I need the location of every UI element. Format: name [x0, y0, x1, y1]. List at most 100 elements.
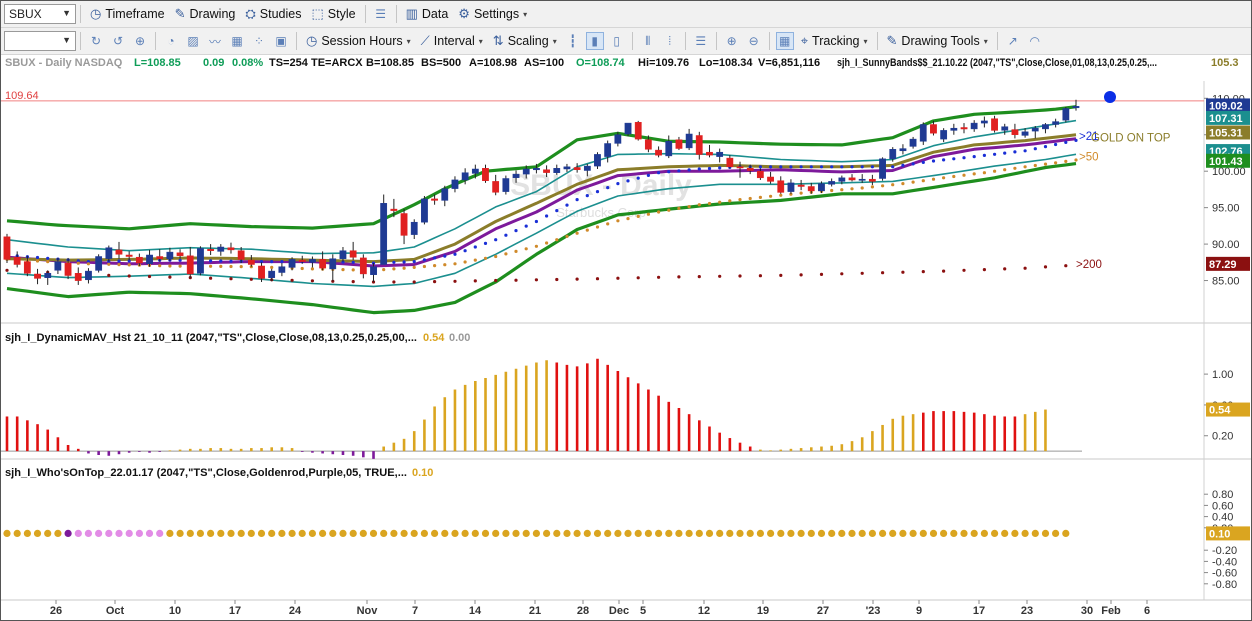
scatter-icon[interactable]: ⁘	[250, 32, 268, 50]
whos-on-top-dot	[736, 529, 744, 537]
trend-chart-icon[interactable]: ↗	[1004, 32, 1022, 50]
indicator-dot-7	[870, 185, 875, 189]
indicator-dot-6	[718, 166, 722, 170]
indicator-dot-7	[35, 259, 40, 263]
candle-body	[319, 259, 327, 269]
indicator-dot-7	[931, 177, 936, 181]
indicator-dot-8	[657, 275, 661, 279]
indicator-dot-8	[738, 274, 742, 278]
candle-body	[197, 248, 204, 274]
candle-body	[512, 173, 520, 178]
zoom-in-icon[interactable]: ⊕	[723, 32, 741, 50]
chevron-down-icon[interactable]: ▾	[523, 10, 527, 19]
hollow-candle-icon[interactable]: ▯	[608, 32, 626, 50]
y-tick-label: 1.00	[1212, 369, 1233, 381]
indicator-dot-8	[677, 275, 681, 279]
session-hours-button[interactable]: ◷ Session Hours ▾	[301, 30, 416, 52]
x-tick-label: 27	[817, 605, 829, 617]
wot-value: 0.10	[412, 467, 433, 479]
chevron-down-icon[interactable]: ▾	[479, 37, 483, 46]
style-button[interactable]: ⬚ Style	[306, 3, 360, 25]
secondary-input[interactable]: ▼	[4, 31, 76, 51]
chevron-down-icon[interactable]: ▾	[864, 37, 868, 46]
candle-body	[359, 257, 367, 275]
bars-wide-icon[interactable]: ⦙	[661, 32, 679, 50]
reference-line-label: 109.64	[5, 90, 39, 102]
picture-icon[interactable]: ▨	[184, 32, 202, 50]
studies-button[interactable]: ⛭ Studies	[240, 3, 306, 25]
settings-button[interactable]: ⚙ Settings ▾	[453, 3, 532, 25]
candle-body	[522, 168, 530, 175]
symbol-description: SBUX - Daily NASDAQ	[5, 57, 123, 69]
bars-narrow-icon[interactable]: ⦀	[639, 32, 657, 50]
whos-on-top-dot	[176, 529, 184, 537]
whos-on-top-dot	[217, 529, 225, 537]
candle-body	[1001, 126, 1009, 131]
gauge-icon[interactable]: ◔	[162, 32, 180, 50]
indicator-dot-7	[514, 249, 518, 253]
indicator-dot-8	[697, 275, 701, 279]
zoom-in-icon[interactable]: ⊕	[131, 32, 149, 50]
candle-style-icon[interactable]: ▮	[585, 32, 604, 50]
indicator-dot-8	[799, 273, 803, 277]
whos-on-top-dot	[787, 529, 795, 537]
refresh-icon[interactable]: ↻	[87, 32, 105, 50]
indicator-dot-8	[942, 269, 946, 273]
speedometer-icon[interactable]: ◠	[1026, 32, 1044, 50]
zoom-out-icon[interactable]: ⊖	[745, 32, 763, 50]
grid-icon[interactable]: ▦	[775, 32, 794, 50]
whos-on-top-dot	[940, 529, 948, 537]
whos-on-top-dot	[512, 529, 520, 537]
chevron-down-icon[interactable]: ▼	[62, 35, 71, 45]
interval-icon: ⟋	[420, 33, 430, 48]
x-tick-label: 12	[698, 605, 710, 617]
toolbar-divider	[296, 32, 297, 50]
indicator-dot-7	[799, 191, 803, 195]
chevron-down-icon[interactable]: ▾	[984, 37, 988, 46]
indicator-dot-7	[1043, 162, 1048, 166]
chevron-down-icon[interactable]: ▾	[407, 37, 411, 46]
indicator-dot-6	[46, 256, 50, 260]
drawing-button[interactable]: ✎ Drawing	[170, 3, 241, 25]
line-chart-icon[interactable]: 〰	[206, 32, 224, 50]
whos-on-top-dot	[848, 529, 856, 537]
table-icon[interactable]: ▦	[228, 32, 246, 50]
whos-on-top-dot	[695, 529, 703, 537]
indicator-dot-7	[46, 260, 50, 264]
indicator-dot-7	[687, 205, 691, 209]
alert-dot[interactable]	[1104, 91, 1116, 103]
refresh-all-icon[interactable]: ↺	[109, 32, 127, 50]
indicator-dot-7	[127, 263, 131, 267]
panel-icon[interactable]: ☰	[692, 32, 710, 50]
data-button[interactable]: ▥ Data	[401, 3, 454, 25]
candle-body	[868, 178, 876, 182]
timeframe-button[interactable]: ◷ Timeframe	[85, 3, 170, 25]
whos-on-top-dot	[919, 529, 927, 537]
x-tick-label: 21	[529, 605, 541, 617]
chevron-down-icon[interactable]: ▾	[553, 37, 557, 46]
scaling-button[interactable]: ⇅ Scaling ▾	[488, 30, 562, 52]
candle-body	[889, 149, 897, 160]
tracking-button[interactable]: ⌖ Tracking ▾	[796, 30, 873, 52]
drawing-tools-button[interactable]: ✎ Drawing Tools ▾	[882, 30, 993, 52]
indicator-dot-6	[473, 245, 477, 249]
bar-style-icon[interactable]: ┇	[564, 32, 582, 50]
chevron-down-icon[interactable]: ▼	[62, 8, 71, 18]
candle-body	[706, 151, 713, 156]
candle-body	[1072, 106, 1080, 109]
indicator-dot-7	[310, 267, 314, 271]
interval-button[interactable]: ⟋ Interval ▾	[416, 30, 488, 52]
candle-body	[95, 256, 103, 271]
indicator-dot-7	[962, 173, 966, 177]
whos-on-top-dot	[369, 529, 378, 537]
whos-on-top-dot	[522, 529, 530, 537]
cube-icon[interactable]: ▣	[272, 32, 290, 50]
candle-body	[980, 120, 988, 124]
symbol-input[interactable]: SBUX ▼	[4, 4, 76, 24]
indicator-dot-6	[850, 165, 854, 169]
indicator-dot-6	[545, 214, 549, 218]
candle-body	[85, 270, 92, 281]
settings-label: Settings	[473, 7, 520, 21]
chart-area[interactable]: SBUX - Daily Starbucks Corp 109.64 >21GO…	[1, 55, 1251, 620]
layout-icon[interactable]: ☰	[372, 5, 390, 23]
